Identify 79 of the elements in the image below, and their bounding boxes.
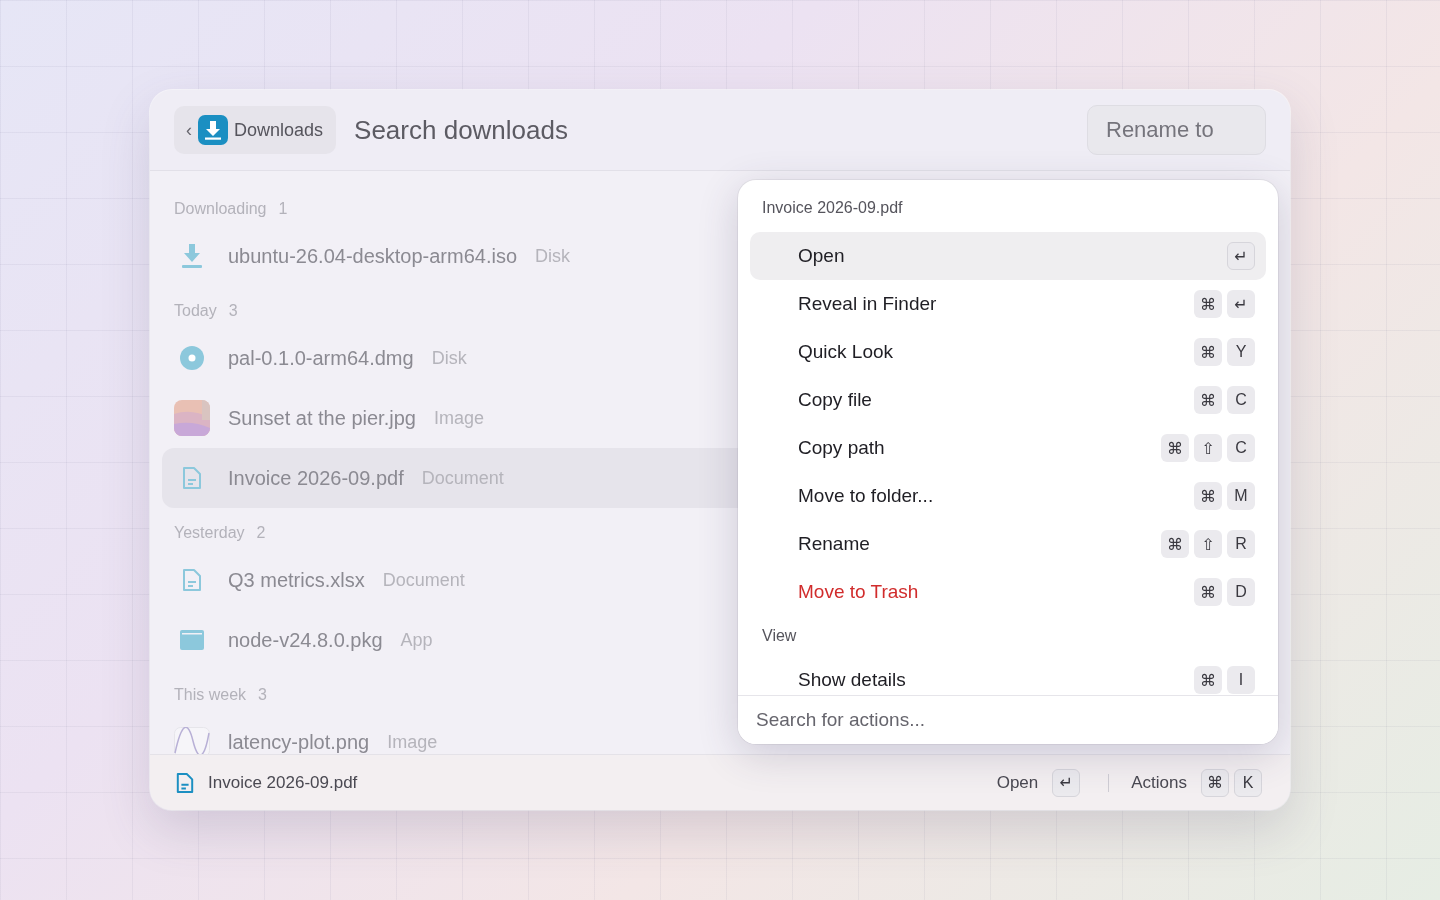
file-name: Sunset at the pier.jpg xyxy=(228,406,416,430)
key-cap: ⌘ xyxy=(1194,290,1222,318)
section-label: This week xyxy=(174,686,247,704)
download-icon xyxy=(198,115,228,145)
key-cap: ⌘ xyxy=(1194,578,1222,606)
action-item[interactable]: Reveal in Finder ⌘ ↵ xyxy=(750,280,1266,328)
section-label: View xyxy=(762,627,797,645)
key-cap: Y xyxy=(1227,338,1255,366)
section-label: Today xyxy=(174,302,217,320)
shortcut-hint: Actions xyxy=(1131,772,1187,793)
key-cap: ⌘ xyxy=(1161,530,1189,558)
section-count: 1 xyxy=(278,200,288,218)
document-icon xyxy=(182,466,202,490)
section-count: 3 xyxy=(258,686,267,704)
file-name: Invoice 2026-09.pdf xyxy=(228,466,404,490)
file-type: Image xyxy=(387,731,438,753)
app-window-icon xyxy=(179,629,205,651)
action-label: Copy file xyxy=(798,389,873,411)
action-item[interactable]: Move to Trash ⌘ D xyxy=(750,568,1266,616)
key-cap: ↵ xyxy=(1052,768,1081,797)
breadcrumb-button[interactable]: ‹ Downloads xyxy=(174,106,337,154)
key-cap: ⌘ xyxy=(1194,338,1222,366)
key-cap: R xyxy=(1227,530,1255,558)
key-cap: I xyxy=(1227,666,1255,694)
document-icon xyxy=(176,771,194,794)
section-label: Downloading xyxy=(174,200,267,218)
file-type: Disk xyxy=(535,245,571,267)
search-title: Search downloads xyxy=(354,114,569,146)
key-cap: D xyxy=(1227,578,1255,606)
file-type: App xyxy=(400,629,433,651)
section-label: Yesterday xyxy=(174,524,245,542)
back-chevron: ‹ xyxy=(186,119,192,141)
action-label: Open xyxy=(798,245,846,267)
action-label: Reveal in Finder xyxy=(798,293,938,315)
file-type: Disk xyxy=(431,347,467,369)
action-item[interactable]: Show details ⌘ I xyxy=(750,656,1266,695)
key-cap: ⌘ xyxy=(1194,666,1222,694)
key-cap: ⌘ xyxy=(1201,768,1229,797)
key-cap: ↵ xyxy=(1227,290,1255,318)
rename-field[interactable]: Rename to xyxy=(1087,105,1266,155)
key-cap: ⇧ xyxy=(1194,434,1222,462)
document-icon xyxy=(182,568,202,592)
key-cap: ↵ xyxy=(1227,242,1255,270)
popover-heading: Invoice 2026-09.pdf xyxy=(762,199,903,217)
action-item[interactable]: Move to folder... ⌘ M xyxy=(750,472,1266,520)
key-cap: ⌘ xyxy=(1194,386,1222,414)
action-search-field[interactable]: Search for actions... xyxy=(738,695,1278,744)
action-label: Show details xyxy=(798,669,907,691)
action-label: Rename xyxy=(798,533,871,555)
breadcrumb-label: Downloads xyxy=(234,119,324,141)
key-cap: M xyxy=(1227,482,1255,510)
file-name: Q3 metrics.xlsx xyxy=(228,568,365,592)
file-type: Image xyxy=(433,407,484,429)
action-label: Copy path xyxy=(798,437,886,459)
section-count: 3 xyxy=(228,302,238,320)
disc-icon xyxy=(179,345,205,371)
action-item[interactable]: Quick Look ⌘ Y xyxy=(750,328,1266,376)
action-item[interactable]: Copy file ⌘ C xyxy=(750,376,1266,424)
key-cap: C xyxy=(1227,434,1255,462)
action-item[interactable]: Open ↵ xyxy=(750,232,1266,280)
shortcut-hint: Open xyxy=(996,772,1039,793)
action-label: Move to folder... xyxy=(798,485,935,507)
action-item[interactable]: Rename ⌘ ⇧ R xyxy=(750,520,1266,568)
action-label: Move to Trash xyxy=(798,581,920,603)
key-cap: K xyxy=(1234,768,1262,797)
file-name: ubuntu-26.04-desktop-arm64.iso xyxy=(228,244,518,268)
key-cap: ⇧ xyxy=(1194,530,1222,558)
key-cap: C xyxy=(1227,386,1255,414)
file-name: node-v24.8.0.pkg xyxy=(228,628,383,652)
action-label: Quick Look xyxy=(798,341,895,363)
selected-file-name: Invoice 2026-09.pdf xyxy=(208,772,359,793)
key-cap: ⌘ xyxy=(1194,482,1222,510)
key-cap: ⌘ xyxy=(1161,434,1189,462)
file-type: Document xyxy=(382,569,465,591)
file-name: pal-0.1.0-arm64.dmg xyxy=(228,346,414,370)
file-name: latency-plot.png xyxy=(228,730,370,754)
action-item[interactable]: Copy path ⌘ ⇧ C xyxy=(750,424,1266,472)
download-icon xyxy=(180,243,204,269)
section-count: 2 xyxy=(256,524,266,542)
